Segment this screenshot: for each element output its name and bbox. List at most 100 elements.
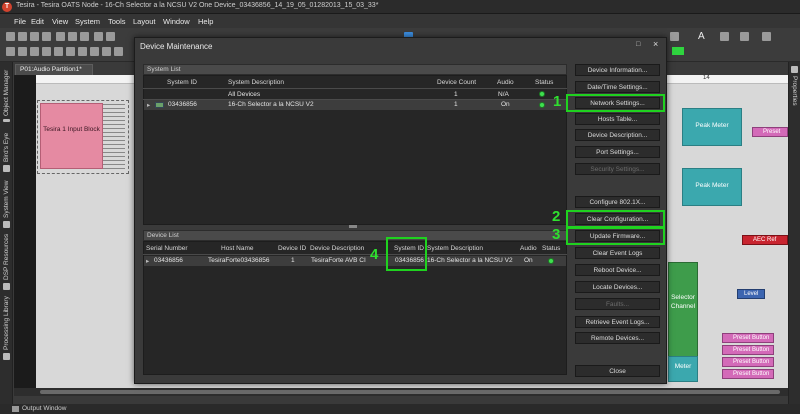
callout-box-clear-configuration [566, 210, 665, 228]
col-serial-number[interactable]: Serial Number [146, 245, 188, 252]
fill-icon[interactable] [762, 32, 771, 41]
col-system-description-2[interactable]: System Description [427, 245, 483, 252]
device-row-id[interactable]: 1 [291, 257, 295, 264]
date-time-settings-button[interactable]: Date/Time Settings... [575, 81, 660, 93]
output-window-icon [12, 406, 19, 412]
device-information-button[interactable]: Device Information... [575, 64, 660, 76]
clear-event-logs-button[interactable]: Clear Event Logs [575, 247, 660, 259]
dialog-close-icon[interactable]: × [653, 39, 658, 49]
col-device-count[interactable]: Device Count [437, 79, 476, 86]
device-row-host[interactable]: TesiraForte03436856 [208, 257, 269, 264]
text-tool-icon[interactable]: A [698, 31, 705, 42]
preset-button-2[interactable]: Preset Button [722, 345, 774, 355]
col-status-2[interactable]: Status [542, 245, 560, 252]
right-dock [788, 62, 800, 404]
system-row-2-audio: On [501, 101, 510, 108]
grid-icon[interactable] [90, 47, 99, 56]
pen-icon[interactable] [740, 32, 749, 41]
peak-meter-block-2[interactable]: Peak Meter [682, 168, 742, 206]
menu-window[interactable]: Window [163, 17, 190, 26]
tab-properties[interactable]: Properties [789, 66, 800, 108]
col-system-description[interactable]: System Description [228, 79, 284, 86]
device-row-description[interactable]: TesiraForte AVB CI [311, 257, 366, 264]
menu-edit[interactable]: Edit [31, 17, 44, 26]
menu-file[interactable]: File [14, 17, 26, 26]
align-icon[interactable] [78, 47, 87, 56]
menu-system[interactable]: System [75, 17, 100, 26]
peak-meter-block-1[interactable]: Peak Meter [682, 108, 742, 146]
col-device-description[interactable]: Device Description [310, 245, 364, 252]
device-row-serial[interactable]: 03436856 [154, 257, 183, 264]
tab-system-view[interactable]: System View [1, 178, 12, 228]
col-audio[interactable]: Audio [497, 79, 514, 86]
send-config-icon[interactable] [30, 47, 39, 56]
preset-tag[interactable]: Preset [752, 127, 788, 137]
remote-devices-button[interactable]: Remote Devices... [575, 332, 660, 344]
locate-devices-button[interactable]: Locate Devices... [575, 281, 660, 293]
dialog-restore-icon[interactable]: □ [636, 41, 643, 48]
retrieve-event-logs-button[interactable]: Retrieve Event Logs... [575, 316, 660, 328]
tab-dsp-resources[interactable]: DSP Resources [1, 234, 12, 290]
fit-icon[interactable] [66, 47, 75, 56]
selector-block[interactable]: Selector Channel [668, 262, 698, 368]
system-row-1-description[interactable]: All Devices [228, 91, 260, 98]
tab-processing-library[interactable]: Processing Library [1, 296, 12, 360]
font-color-icon[interactable] [720, 32, 729, 41]
splitter-handle[interactable] [349, 225, 357, 228]
zoom-in-icon[interactable] [42, 47, 51, 56]
aec-ref-tag[interactable]: AEC Ref [742, 235, 788, 245]
status-ok-icon [539, 102, 545, 108]
output-window-tab[interactable]: Output Window [22, 404, 66, 414]
copy-icon[interactable] [68, 32, 77, 41]
system-row-2-id[interactable]: 03436856 [168, 101, 197, 108]
tab-object-manager[interactable]: Object Manager [1, 70, 12, 122]
port-settings-button[interactable]: Port Settings... [575, 146, 660, 158]
status-bar [0, 404, 800, 414]
line-style-icon[interactable] [670, 32, 679, 41]
col-status[interactable]: Status [535, 79, 553, 86]
col-device-id[interactable]: Device ID [278, 245, 306, 252]
paste-icon[interactable] [80, 32, 89, 41]
col-host-name[interactable]: Host Name [221, 245, 254, 252]
cut-icon[interactable] [56, 32, 65, 41]
compile-icon[interactable] [6, 47, 15, 56]
wire-color-icon[interactable] [672, 47, 684, 55]
app-logo-icon: T [2, 2, 12, 12]
reboot-device-button[interactable]: Reboot Device... [575, 264, 660, 276]
connect-icon[interactable] [18, 47, 27, 56]
document-tab[interactable]: P01:Audio Partition1* [15, 64, 93, 75]
layer-icon[interactable] [102, 47, 111, 56]
zoom-out-icon[interactable] [54, 47, 63, 56]
open-file-icon[interactable] [18, 32, 27, 41]
configure-8021x-button[interactable]: Configure 802.1X... [575, 196, 660, 208]
menu-tools[interactable]: Tools [108, 17, 126, 26]
meter-block[interactable]: Meter [668, 356, 698, 382]
device-row-audio: On [524, 257, 533, 264]
undo-icon[interactable] [94, 32, 103, 41]
system-row-2-description[interactable]: 16-Ch Selector a la NCSU V2 [228, 101, 314, 108]
scrollbar-thumb[interactable] [40, 390, 780, 394]
col-system-id[interactable]: System ID [167, 79, 197, 86]
input-block[interactable]: Tesira 1 Input Block [40, 103, 103, 169]
processing-library-icon [3, 353, 10, 360]
menu-help[interactable]: Help [198, 17, 213, 26]
row-expand-icon[interactable]: ▸ [146, 257, 149, 265]
print-icon[interactable] [42, 32, 51, 41]
device-row-system-description[interactable]: 16-Ch Selector a la NCSU V2 [427, 257, 513, 264]
level-tag[interactable]: Level [737, 289, 765, 299]
tool-icon[interactable] [114, 47, 123, 56]
preset-button-3[interactable]: Preset Button [722, 357, 774, 367]
row-expand-icon[interactable]: ▸ [147, 101, 150, 109]
new-file-icon[interactable] [6, 32, 15, 41]
tab-birds-eye[interactable]: Bird's Eye [1, 128, 12, 172]
hosts-table-button[interactable]: Hosts Table... [575, 113, 660, 125]
redo-icon[interactable] [106, 32, 115, 41]
menu-layout[interactable]: Layout [133, 17, 156, 26]
save-icon[interactable] [30, 32, 39, 41]
preset-button-4[interactable]: Preset Button [722, 369, 774, 379]
preset-button-1[interactable]: Preset Button [722, 333, 774, 343]
device-description-button[interactable]: Device Description... [575, 129, 660, 141]
close-button[interactable]: Close [575, 365, 660, 377]
menu-view[interactable]: View [52, 17, 68, 26]
col-audio-2[interactable]: Audio [520, 245, 537, 252]
